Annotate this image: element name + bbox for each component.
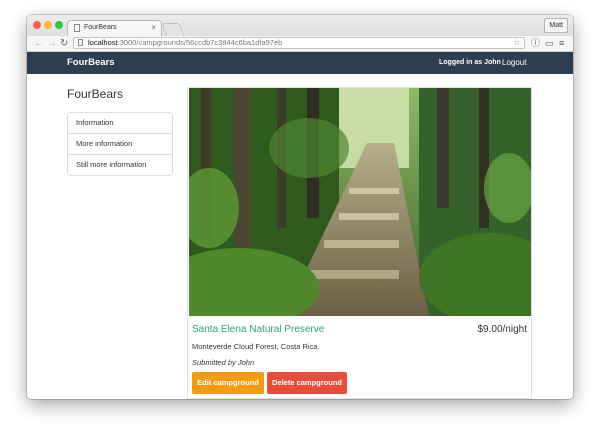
logged-in-link[interactable]: Logged in as John — [439, 55, 501, 71]
campground-name: Santa Elena Natural Preserve — [192, 324, 325, 335]
bookmark-star-icon[interactable]: ☆ — [513, 37, 521, 47]
page-info-icon — [78, 39, 83, 46]
sidebar-list: Information More information Still more … — [67, 112, 173, 176]
campground-price: $9.00/night — [477, 324, 528, 335]
site-navbar: FourBears Logged in as John Logout — [27, 52, 573, 74]
url-host: localhost — [88, 38, 118, 47]
forward-arrow-icon[interactable]: → — [47, 37, 57, 50]
info-icon[interactable]: ⓘ — [531, 36, 540, 51]
tab-close-icon[interactable]: × — [151, 23, 156, 32]
sidebar-item-more-information[interactable]: More information — [67, 133, 173, 155]
edit-campground-button[interactable]: Edit campground — [192, 372, 264, 394]
title-bar: FourBears × Matt — [27, 15, 573, 36]
browser-window: FourBears × Matt ← → ↻ localhost:3000/ca… — [27, 15, 573, 399]
url-text: localhost:3000/campgrounds/56ccdb7c3844c… — [88, 38, 282, 48]
minimize-window-icon[interactable] — [44, 21, 52, 29]
url-path: :3000/campgrounds/56ccdb7c3844c6ba1dfa97… — [117, 38, 283, 47]
submitted-by: Submitted by John — [192, 358, 255, 367]
campground-description: Monteverde Cloud Forest, Costa Rica. — [192, 342, 320, 351]
back-arrow-icon[interactable]: ← — [34, 37, 44, 50]
sidebar-item-still-more-information[interactable]: Still more information — [67, 154, 173, 176]
maximize-window-icon[interactable] — [55, 21, 63, 29]
page-icon — [74, 24, 80, 32]
menu-icon[interactable]: ≡ — [559, 36, 564, 51]
new-tab-button[interactable] — [161, 23, 185, 36]
sidebar-item-information[interactable]: Information — [67, 112, 173, 134]
tab-title: FourBears — [84, 24, 117, 31]
sidebar-title: FourBears — [67, 87, 124, 101]
browser-toolbar: ← → ↻ localhost:3000/campgrounds/56ccdb7… — [27, 36, 573, 52]
cast-icon[interactable]: ▭ — [545, 36, 554, 51]
profile-button[interactable]: Matt — [544, 18, 568, 33]
close-window-icon[interactable] — [33, 21, 41, 29]
address-bar[interactable]: localhost:3000/campgrounds/56ccdb7c3844c… — [73, 37, 525, 49]
reload-icon[interactable]: ↻ — [60, 37, 68, 50]
logout-link[interactable]: Logout — [502, 55, 526, 71]
navbar-brand[interactable]: FourBears — [67, 55, 115, 71]
delete-campground-button[interactable]: Delete campground — [267, 372, 347, 394]
campground-photo — [189, 88, 531, 316]
browser-tab[interactable]: FourBears × — [67, 20, 162, 36]
